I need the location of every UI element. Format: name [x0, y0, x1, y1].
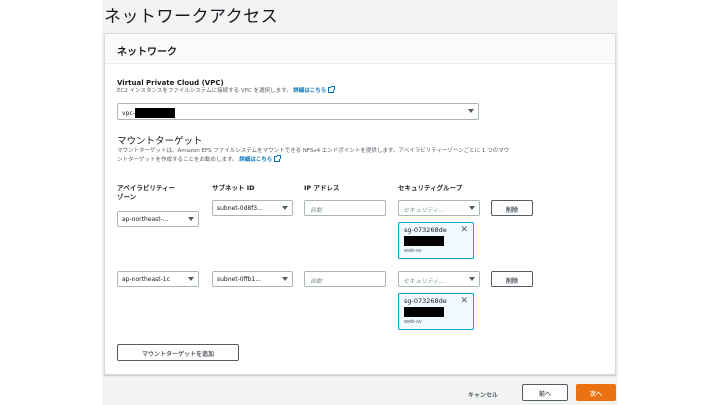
external-link-icon [274, 155, 282, 162]
ip-address-placeholder: 自動 [310, 278, 323, 285]
add-mount-target-button[interactable]: マウントターゲットを追加 [117, 344, 239, 361]
remove-button[interactable]: 削除 [491, 271, 533, 287]
redacted-token-text [404, 236, 444, 246]
vpc-label: Virtual Private Cloud (VPC) [117, 79, 224, 87]
network-panel: ネットワーク Virtual Private Cloud (VPC) EC2 イ… [104, 33, 616, 375]
security-group-token: sg-073268de web-sv ✕ [398, 293, 474, 330]
security-group-placeholder: セキュリティ... [403, 278, 445, 285]
security-group-token-name: web-sv [404, 248, 422, 254]
column-header-az-line2: ゾーン [117, 193, 137, 201]
ip-address-input[interactable]: 自動 [304, 200, 386, 216]
next-button[interactable]: 次へ [576, 384, 616, 401]
az-select-value: ap-northeast-1c [122, 276, 170, 283]
remove-button[interactable]: 削除 [491, 200, 533, 216]
cancel-button[interactable]: キャンセル [458, 386, 508, 402]
caret-down-icon [282, 206, 288, 210]
mount-learn-more-link[interactable]: 詳細はこちら [239, 157, 272, 163]
vpc-select-value: vpc- [122, 110, 135, 117]
ip-address-placeholder: 自動 [310, 207, 323, 214]
mount-targets-heading: マウントターゲット [117, 136, 203, 147]
mount-description-text: ントターゲットを作成することをお勧めします。 [117, 157, 238, 163]
vpc-description: EC2 インスタンスをファイルシステムに接続する VPC を選択します。 詳細は… [117, 86, 336, 96]
mount-description-line1: マウントターゲットは、Amazon EFS ファイルシステムをマウントできる N… [117, 148, 510, 154]
redacted-vpc-id [134, 108, 175, 118]
caret-down-icon [468, 109, 474, 113]
security-group-token-id: sg-073268de [404, 297, 447, 305]
column-header-security-group: セキュリティグループ [398, 184, 463, 192]
ip-address-input[interactable]: 自動 [304, 271, 386, 287]
az-select-value: ap-northeast-... [122, 216, 169, 223]
subnet-select-value: subnet-0d8f3... [217, 205, 263, 212]
security-group-token-name: web-sv [404, 319, 422, 325]
column-header-az: アベイラビリティー ゾーン [117, 184, 175, 202]
external-link-icon [328, 86, 336, 93]
subnet-select-value: subnet-0ffb1... [217, 276, 262, 283]
caret-down-icon [188, 217, 194, 221]
caret-down-icon [282, 277, 288, 281]
vpc-learn-more-link[interactable]: 詳細はこちら [293, 88, 326, 94]
security-group-token: sg-073268de web-sv ✕ [398, 222, 474, 259]
page-title: ネットワークアクセス [104, 7, 279, 27]
vpc-description-text: EC2 インスタンスをファイルシステムに接続する VPC を選択します。 [117, 88, 292, 94]
security-group-select[interactable]: セキュリティ... [398, 271, 480, 287]
caret-down-icon [469, 277, 475, 281]
redacted-token-text [404, 307, 444, 317]
back-button[interactable]: 前へ [522, 384, 568, 401]
az-select[interactable]: ap-northeast-... [117, 211, 199, 227]
az-select[interactable]: ap-northeast-1c [117, 271, 199, 287]
column-header-az-line1: アベイラビリティー [117, 184, 175, 192]
caret-down-icon [188, 277, 194, 281]
close-icon[interactable]: ✕ [460, 296, 468, 306]
security-group-token-id: sg-073268de [404, 226, 447, 234]
panel-title: ネットワーク [105, 34, 615, 64]
vpc-select[interactable]: vpc- [117, 103, 479, 120]
caret-down-icon [469, 206, 475, 210]
security-group-select[interactable]: セキュリティ... [398, 200, 480, 216]
mount-description-line2: ントターゲットを作成することをお勧めします。 詳細はこちら [117, 155, 607, 165]
mount-targets-description: マウントターゲットは、Amazon EFS ファイルシステムをマウントできる N… [117, 147, 607, 165]
column-header-subnet: サブネット ID [212, 184, 255, 192]
close-icon[interactable]: ✕ [460, 225, 468, 235]
subnet-select[interactable]: subnet-0d8f3... [212, 200, 293, 216]
security-group-placeholder: セキュリティ... [403, 207, 445, 214]
column-header-ip: IP アドレス [304, 184, 340, 192]
subnet-select[interactable]: subnet-0ffb1... [212, 271, 293, 287]
